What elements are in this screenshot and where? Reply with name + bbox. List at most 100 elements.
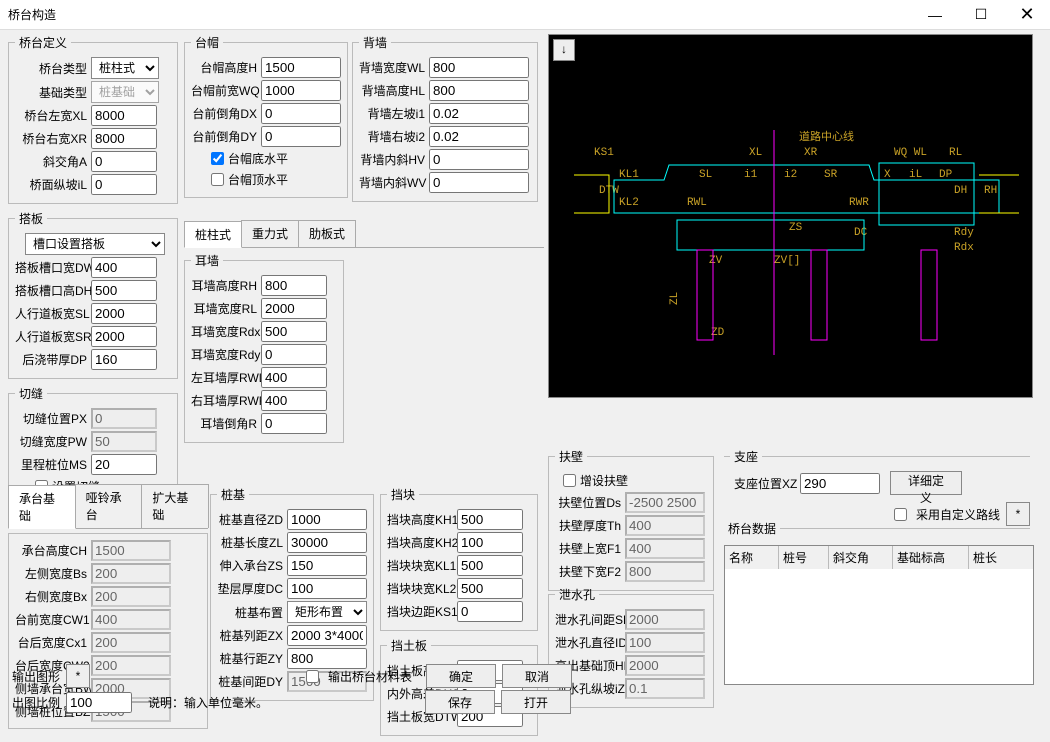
back-wl-input[interactable]	[429, 57, 529, 78]
ct-bx-label: 右侧宽度Bx	[15, 588, 91, 605]
close-icon[interactable]: ✕	[1004, 0, 1050, 30]
back-i2-input[interactable]	[429, 126, 529, 147]
legend-qie: 切缝	[15, 385, 47, 402]
dang-kl1-label: 挡块块宽KL1	[387, 557, 457, 574]
dang-kl2-input[interactable]	[457, 578, 523, 599]
back-hv-input[interactable]	[429, 149, 529, 170]
dang-kl1-input[interactable]	[457, 555, 523, 576]
tab-ct-spread[interactable]: 扩大基础	[141, 484, 209, 528]
cap-wq-input[interactable]	[261, 80, 341, 101]
pile-zs-label: 伸入承台ZS	[217, 557, 287, 574]
minimize-icon[interactable]: ―	[912, 0, 958, 30]
cap-h-input[interactable]	[261, 57, 341, 78]
tab-pile-column[interactable]: 桩柱式	[184, 221, 242, 248]
open-button[interactable]: 打开	[501, 690, 571, 714]
def-type-select[interactable]: 桩柱式	[91, 57, 159, 79]
pile-dc-label: 垫层厚度DC	[217, 580, 287, 597]
col-pile-no: 桩号	[779, 546, 829, 569]
tab-ct-foundation[interactable]: 承台基础	[8, 485, 76, 529]
dab-sr-input[interactable]	[91, 326, 157, 347]
def-xr-input[interactable]	[91, 128, 157, 149]
cap-cb2[interactable]	[211, 173, 224, 186]
out-fig-button[interactable]: *	[66, 664, 90, 688]
dab-opt-select[interactable]: 槽口设置搭板	[25, 233, 165, 255]
dang-kh2-label: 挡块高度KH2	[387, 534, 457, 551]
dang-ks1-label: 挡块边距KS1	[387, 603, 457, 620]
ear-rwr-input[interactable]	[261, 390, 327, 411]
group-zhizuo: 支座 支座位置XZ 详细定义	[724, 448, 1030, 497]
ct-cw1-label: 台前宽度CW1	[15, 611, 91, 628]
pile-layout-select[interactable]: 矩形布置	[287, 601, 367, 623]
cancel-button[interactable]: 取消	[502, 664, 572, 688]
group-dab: 搭板 槽口设置搭板 搭板槽口宽DW 搭板槽口高DH 人行道板宽SL 人行道板宽S…	[8, 210, 178, 379]
qie-ms-input[interactable]	[91, 454, 157, 475]
col-elevation: 基础标高	[893, 546, 969, 569]
ear-r-input[interactable]	[261, 413, 327, 434]
route-cb[interactable]	[894, 508, 907, 521]
pile-zx-input[interactable]	[287, 625, 367, 646]
cap-dy-input[interactable]	[261, 126, 341, 147]
desc-label: 说明：输入单位毫米。	[148, 694, 268, 711]
ear-rdx-input[interactable]	[261, 321, 327, 342]
back-hl-input[interactable]	[429, 80, 529, 101]
pile-zs-input[interactable]	[287, 555, 367, 576]
legend-ear: 耳墙	[191, 252, 223, 269]
svg-text:KL1: KL1	[619, 169, 639, 181]
ok-button[interactable]: 确定	[426, 664, 496, 688]
tab-ct-dumbbell[interactable]: 哑铃承台	[75, 484, 143, 528]
tab-gravity[interactable]: 重力式	[241, 220, 299, 247]
out-ratio-input[interactable]	[66, 692, 132, 713]
back-i2-label: 背墙右坡i2	[359, 128, 429, 145]
maximize-icon[interactable]: ☐	[958, 0, 1004, 30]
svg-text:RL: RL	[949, 147, 962, 159]
svg-text:ZS: ZS	[789, 222, 803, 234]
def-a-input[interactable]	[91, 151, 157, 172]
legend-data: 桥台数据	[724, 520, 780, 537]
back-i1-input[interactable]	[429, 103, 529, 124]
def-type-label: 桥台类型	[15, 60, 91, 77]
tab-rib[interactable]: 肋板式	[298, 220, 356, 247]
qie-pw-label: 切缝宽度PW	[15, 433, 91, 450]
def-il-input[interactable]	[91, 174, 157, 195]
ear-rdy-input[interactable]	[261, 344, 327, 365]
diagram-canvas: ↓ 道路中心线 KS1 XLXR WQ WLRL KL1SL i1i2 SRX …	[548, 34, 1033, 398]
pile-zd-input[interactable]	[287, 509, 367, 530]
save-button[interactable]: 保存	[425, 690, 495, 714]
legend-dab: 搭板	[15, 210, 47, 227]
dab-dh-input[interactable]	[91, 280, 157, 301]
ear-rl-input[interactable]	[261, 298, 327, 319]
diagram-dropdown-button[interactable]: ↓	[553, 39, 575, 61]
dang-kh2-input[interactable]	[457, 532, 523, 553]
xie-sd-input	[625, 609, 705, 630]
cap-cb1[interactable]	[211, 152, 224, 165]
zz-xz-input[interactable]	[800, 473, 880, 494]
dab-dp-input[interactable]	[91, 349, 157, 370]
def-xl-input[interactable]	[91, 105, 157, 126]
out-mat-cb[interactable]	[306, 670, 319, 683]
pile-dc-input[interactable]	[287, 578, 367, 599]
cap-dx-input[interactable]	[261, 103, 341, 124]
ear-r-label: 耳墙倒角R	[191, 415, 261, 432]
svg-text:DC: DC	[854, 227, 868, 239]
dang-ks1-input[interactable]	[457, 601, 523, 622]
dab-sl-input[interactable]	[91, 303, 157, 324]
dang-kh1-input[interactable]	[457, 509, 523, 530]
xie-id-input	[625, 632, 705, 653]
dab-dw-input[interactable]	[91, 257, 157, 278]
qie-px-label: 切缝位置PX	[15, 410, 91, 427]
svg-text:i2: i2	[784, 169, 797, 181]
zz-detail-button[interactable]: 详细定义	[890, 471, 962, 495]
fubi-th-input	[625, 515, 705, 536]
group-data: 桥台数据	[724, 520, 1030, 539]
qie-ms-label: 里程桩位MS	[15, 456, 91, 473]
legend-dang: 挡块	[387, 486, 419, 503]
ear-rwl-input[interactable]	[261, 367, 327, 388]
group-dang: 挡块 挡块高度KH1 挡块高度KH2 挡块块宽KL1 挡块块宽KL2 挡块边距K…	[380, 486, 538, 631]
pile-layout-label: 桩基布置	[217, 604, 287, 621]
def-base-select: 桩基础	[91, 81, 159, 103]
back-wv-input[interactable]	[429, 172, 529, 193]
ear-rh-input[interactable]	[261, 275, 327, 296]
pile-zd-label: 桩基直径ZD	[217, 511, 287, 528]
pile-zl-input[interactable]	[287, 532, 367, 553]
fubi-cb[interactable]	[563, 474, 576, 487]
